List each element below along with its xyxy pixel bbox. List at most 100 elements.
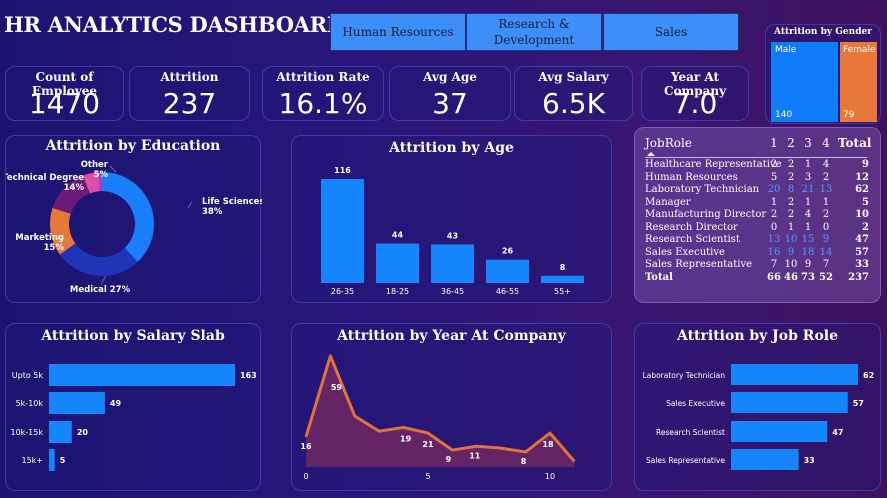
attrition-by-gender-card: Attrition by Gender Male 140 Female 79 <box>765 24 881 124</box>
age-tick-label: 36-45 <box>441 287 464 296</box>
year-data-label: 18 <box>542 440 554 449</box>
jobrole-bar <box>731 449 799 470</box>
salary-bar-value: 5 <box>60 456 66 465</box>
matrix-header: JobRole 1 2 3 4 Total <box>645 136 877 152</box>
salary-tick-label: 5k-10k <box>16 399 44 408</box>
matrix-cell: 2 <box>787 171 795 183</box>
matrix-cell: 4 <box>804 209 812 220</box>
nav-research-development-button[interactable]: Research & Development <box>466 13 602 51</box>
matrix-row-name: Research Scientist <box>645 234 740 245</box>
matrix-cell: 16 <box>767 246 781 258</box>
matrix-cell: 0 <box>770 221 778 233</box>
year-data-label: 21 <box>422 440 434 449</box>
year-data-label: 8 <box>521 457 527 466</box>
year-data-label: 11 <box>469 451 481 460</box>
jobrole-tick-label: Sales Executive <box>666 399 725 408</box>
matrix-total-row[interactable]: Total 66 46 73 52 237 <box>645 272 877 284</box>
matrix-row[interactable]: Healthcare Representative 2 2 1 4 9 <box>645 159 877 171</box>
matrix-cell: 9 <box>822 234 830 245</box>
nav-sales-button[interactable]: Sales <box>603 13 739 51</box>
matrix-cell: 20 <box>767 184 781 195</box>
kpi-value: 237 <box>162 87 217 120</box>
matrix-row[interactable]: Human Resources 5 2 3 2 12 <box>645 172 877 184</box>
year-data-label: 16 <box>300 442 312 451</box>
matrix-cell: 9 <box>787 246 795 258</box>
matrix-row-name: Sales Representative <box>645 259 753 270</box>
matrix-cell: 66 <box>767 271 781 283</box>
matrix-cell: 13 <box>767 234 781 245</box>
female-tile[interactable]: Female 79 <box>840 42 877 122</box>
salary-tick-label: 15k+ <box>21 456 43 465</box>
year-tick-label: 10 <box>545 472 555 481</box>
matrix-row[interactable]: Sales Executive 16 9 18 14 57 <box>645 247 877 259</box>
matrix-cell: 10 <box>784 259 798 270</box>
jobrole-bar <box>731 364 858 385</box>
education-donut-chart: Life Sciences38% Medical 27% Marketing15% T… <box>6 160 262 295</box>
age-bar-value: 116 <box>334 166 351 175</box>
matrix-cell: 13 <box>819 184 833 195</box>
matrix-row[interactable]: Laboratory Technician 20 8 21 13 62 <box>645 184 877 196</box>
jobrole-bar-value: 33 <box>804 456 815 465</box>
salary-tick-label: 10k-15k <box>10 428 43 437</box>
matrix-header-total: Total <box>838 136 872 150</box>
age-bar <box>376 243 419 283</box>
nav-human-resources-button[interactable]: Human Resources <box>330 13 466 51</box>
age-tick-label: 46-55 <box>496 287 519 296</box>
education-slice-label: Medical 27% <box>70 285 131 295</box>
matrix-cell: 2 <box>787 159 795 170</box>
matrix-cell: 73 <box>801 271 815 283</box>
kpi-value: 7.0 <box>672 87 718 120</box>
kpi-avg-age: Avg Age 37 <box>389 66 511 121</box>
year-data-label: 59 <box>331 383 343 392</box>
matrix-row-name: Human Resources <box>645 171 738 183</box>
matrix-divider <box>645 157 867 158</box>
attrition-by-job-role-card: Attrition by Job Role Laboratory Technic… <box>634 323 881 491</box>
age-bar-chart: 116 26-35 44 18-25 43 36-45 26 46-55 8 55+ <box>321 166 584 296</box>
matrix-cell: 5 <box>770 171 778 183</box>
age-tick-label: 18-25 <box>386 287 409 296</box>
kpi-value: 16.1% <box>278 87 368 120</box>
age-tick-label: 55+ <box>554 287 571 296</box>
label-leader-line <box>100 275 107 285</box>
salary-bar-chart: Upto 5k 163 5k-10k 49 10k-15k 20 15k+ 5 <box>10 364 257 471</box>
age-bar-value: 26 <box>502 247 514 256</box>
matrix-row-name: Manager <box>645 196 691 208</box>
attrition-by-education-card: Attrition by Education Life Sciences 38% M… <box>5 135 262 303</box>
matrix-row[interactable]: Manager 1 2 1 1 5 <box>645 197 877 209</box>
salary-bar <box>49 421 72 443</box>
jobrole-matrix-card: JobRole 1 2 3 4 Total Healthcare Represe… <box>634 127 881 303</box>
matrix-row[interactable]: Research Scientist 13 10 15 9 47 <box>645 234 877 246</box>
year-data-label: 9 <box>446 455 452 464</box>
salary-tick-label: Upto 5k <box>12 371 44 380</box>
matrix-row-total: 47 <box>855 234 869 245</box>
male-label: Male <box>775 45 797 55</box>
matrix-row-total: 62 <box>855 184 869 195</box>
age-bar <box>541 275 584 283</box>
matrix-row[interactable]: Research Director 0 1 1 0 2 <box>645 222 877 234</box>
salary-bar-value: 20 <box>77 428 89 437</box>
kpi-label: Attrition Rate <box>276 70 370 84</box>
male-tile[interactable]: Male 140 <box>771 42 838 122</box>
jobrole-tick-label: Research Scientist <box>656 428 725 437</box>
matrix-cell: 21 <box>801 184 815 195</box>
female-value: 79 <box>843 110 855 120</box>
matrix-row-name: Total <box>645 271 673 283</box>
matrix-row-total: 5 <box>862 196 869 208</box>
kpi-attrition: Attrition 237 <box>129 66 250 121</box>
matrix-row[interactable]: Manufacturing Director 2 2 4 2 10 <box>645 209 877 221</box>
matrix-row-name: Sales Executive <box>645 246 725 258</box>
education-slice-label: 38% <box>202 207 223 217</box>
matrix-row-name: Research Director <box>645 221 738 233</box>
label-leader-line <box>109 165 117 173</box>
matrix-cell: 1 <box>804 221 812 233</box>
matrix-row-total: 12 <box>855 171 869 183</box>
matrix-cell: 2 <box>770 209 778 220</box>
matrix-cell: 14 <box>819 246 833 258</box>
jobrole-bar <box>731 421 828 442</box>
kpi-attrition-rate: Attrition Rate 16.1% <box>262 66 384 121</box>
matrix-header-jobrole[interactable]: JobRole <box>645 136 692 150</box>
matrix-row[interactable]: Sales Representative 7 10 9 7 33 <box>645 259 877 271</box>
sort-arrow-icon[interactable] <box>647 152 655 156</box>
education-slice-label: Technical Degree <box>6 173 84 183</box>
matrix-cell: 1 <box>804 196 812 208</box>
